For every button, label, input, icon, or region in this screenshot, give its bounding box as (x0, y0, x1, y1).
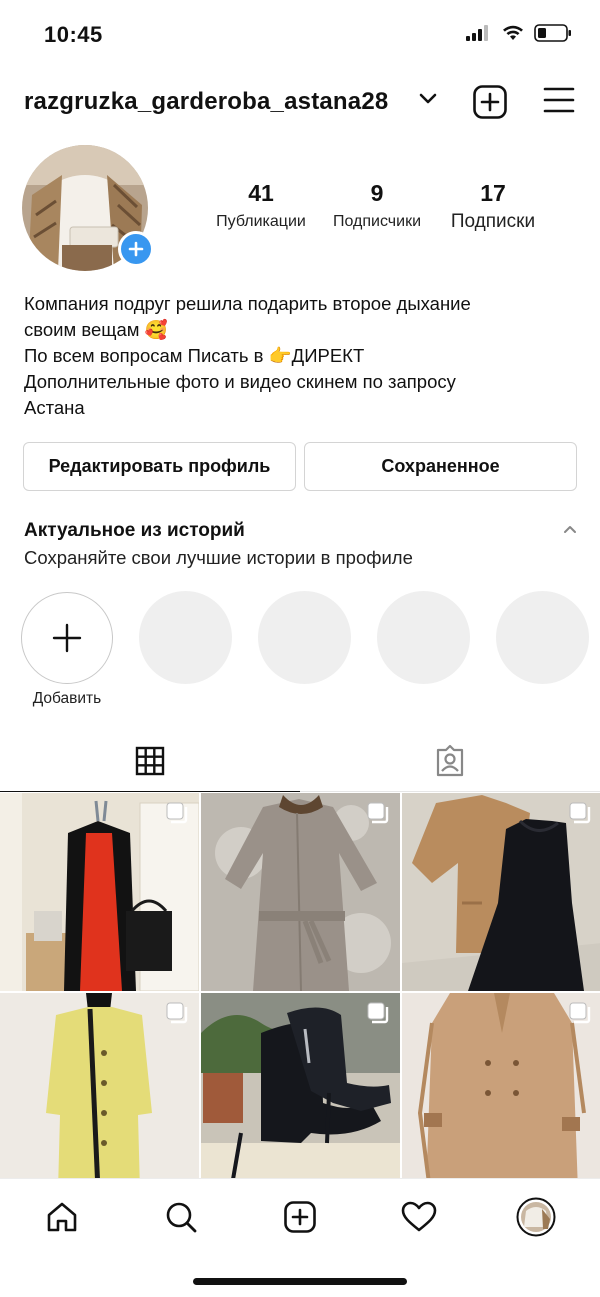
post-thumbnail[interactable] (0, 793, 199, 991)
multiple-photos-icon (569, 1002, 591, 1024)
plus-icon (52, 623, 82, 653)
nav-search[interactable] (161, 1197, 201, 1237)
tagged-person-icon (436, 744, 464, 776)
multiple-photos-icon (166, 1002, 188, 1024)
home-icon (47, 1202, 77, 1232)
status-icons (466, 24, 572, 42)
stat-followers[interactable]: 9 Подписчики (322, 180, 432, 231)
multiple-photos-icon (569, 802, 591, 824)
followers-label: Подписчики (332, 213, 421, 230)
wifi-icon (503, 25, 523, 40)
highlights-title: Актуальное из историй (24, 520, 245, 541)
followers-count: 9 (370, 180, 384, 206)
bio-line: Астана (24, 397, 85, 418)
bio-line: Дополнительные фото и видео скинем по за… (24, 371, 456, 392)
posts-count: 41 (248, 180, 274, 206)
tab-posts-grid[interactable] (0, 730, 300, 792)
battery-icon (534, 24, 571, 42)
bio-line: По всем вопросам Писать в 👉ДИРЕКТ (24, 345, 365, 366)
new-post-icon[interactable] (472, 84, 508, 120)
plus-icon (128, 241, 144, 257)
new-post-icon (284, 1201, 316, 1233)
highlight-placeholder (377, 591, 470, 684)
profile-bio: Компания подруг решила подарить второе д… (24, 291, 584, 421)
status-time: 10:45 (44, 22, 103, 47)
cellular-signal-icon (466, 25, 488, 41)
following-count: 17 (480, 180, 506, 206)
profile-username[interactable]: razgruzka_garderoba_astana28 (24, 88, 388, 116)
search-icon (166, 1202, 197, 1233)
chevron-up-icon[interactable] (562, 524, 578, 536)
edit-profile-button[interactable]: Редактировать профиль (23, 442, 296, 491)
menu-icon[interactable] (543, 86, 575, 114)
highlight-placeholder (258, 591, 351, 684)
post-thumbnail[interactable] (201, 993, 400, 1191)
home-indicator[interactable] (193, 1278, 407, 1285)
bottom-navigation (0, 1178, 600, 1250)
posts-grid (0, 793, 600, 1191)
chevron-down-icon[interactable] (418, 92, 438, 106)
profile-avatar-icon (516, 1197, 556, 1237)
post-thumbnail[interactable] (402, 993, 600, 1191)
bio-line: своим вещам 🥰 (24, 319, 168, 340)
nav-new-post[interactable] (280, 1197, 320, 1237)
saved-button[interactable]: Сохраненное (304, 442, 577, 491)
profile-header: razgruzka_garderoba_astana28 (0, 78, 600, 126)
grid-icon (135, 746, 165, 775)
multiple-photos-icon (367, 802, 389, 824)
post-thumbnail[interactable] (201, 793, 400, 991)
nav-home[interactable] (42, 1197, 82, 1237)
highlight-placeholder (139, 591, 232, 684)
highlights-subtitle: Сохраняйте свои лучшие истории в профиле (24, 547, 413, 568)
highlight-placeholder (496, 591, 589, 684)
bio-line: Компания подруг решила подарить второе д… (24, 293, 471, 314)
nav-profile[interactable] (516, 1197, 556, 1237)
following-label: Подписки (450, 211, 536, 232)
status-bar: 10:45 (0, 0, 600, 70)
post-thumbnail[interactable] (0, 993, 199, 1191)
add-story-button[interactable] (118, 231, 154, 267)
stat-posts[interactable]: 41 Публикации (205, 180, 317, 231)
nav-activity[interactable] (399, 1197, 439, 1237)
multiple-photos-icon (166, 802, 188, 824)
add-highlight-button[interactable] (21, 592, 113, 684)
posts-label: Публикации (216, 213, 306, 230)
heart-icon (401, 1201, 437, 1232)
stat-following[interactable]: 17 Подписки (440, 180, 546, 233)
post-thumbnail[interactable] (402, 793, 600, 991)
multiple-photos-icon (367, 1002, 389, 1024)
tab-tagged[interactable] (300, 730, 600, 792)
profile-avatar-container[interactable] (22, 145, 154, 271)
profile-tabs (0, 730, 600, 792)
add-highlight-label: Добавить (32, 690, 102, 707)
